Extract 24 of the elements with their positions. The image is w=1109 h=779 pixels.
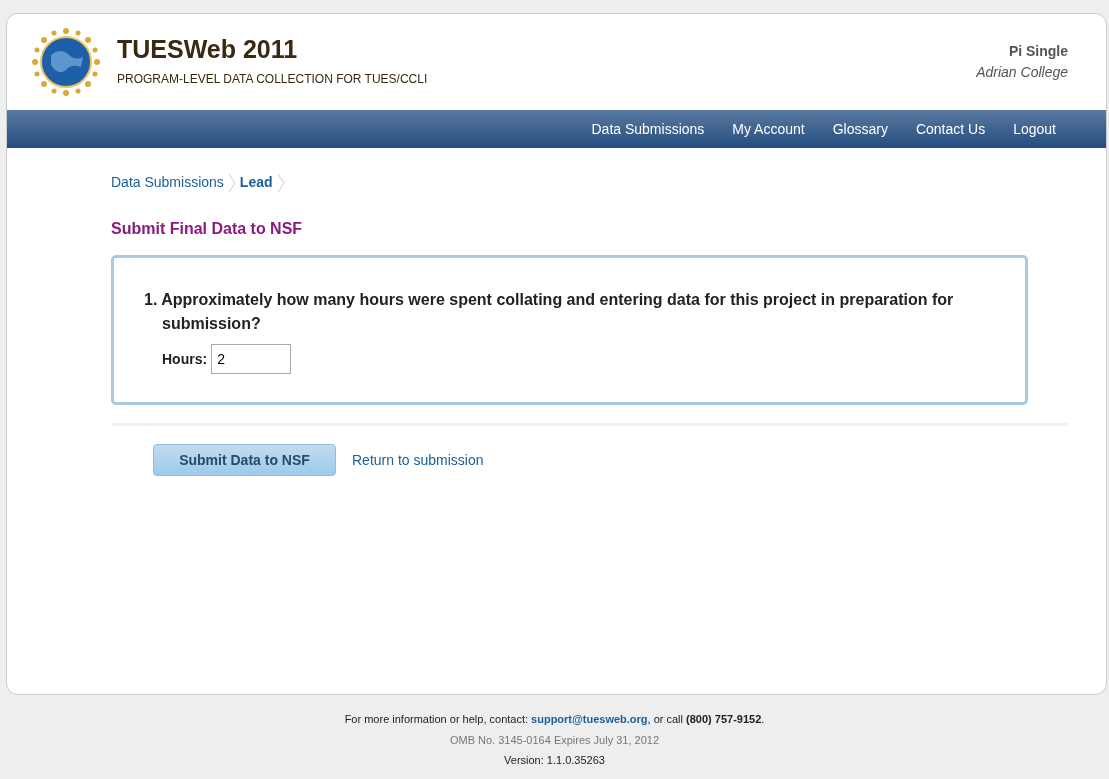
page-title: Submit Final Data to NSF [111,219,304,239]
return-link[interactable]: Return to submission [352,449,484,471]
nav-link[interactable]: My Account [718,118,819,140]
email-link[interactable]: support@tuesweb.org [531,713,648,725]
breadcrumb-link[interactable]: Lead [239,172,273,193]
hours-field[interactable]: 2 [211,344,292,374]
question-text: 1. Approximately how many hours were spent collating and entering data for this project in preparation for submission? [144,290,955,334]
breadcrumb-link[interactable]: Data Submissions [111,172,224,193]
submit-button[interactable]: Submit Data to NSF [153,444,336,476]
field-label: Hours: [162,349,208,369]
omb-notice: OMB No. 3145-0164 Expires July 31, 2012 [448,732,661,748]
site-subtitle: PROGRAM-LEVEL DATA COLLECTION FOR TUES/CCLI [117,70,428,88]
nav-link[interactable]: Glossary [818,118,902,140]
institution-name: Adrian College [976,63,1068,82]
globe-logo-icon [31,27,101,97]
version-text: Version: 1.1.0.35263 [503,753,606,768]
contact-sentence: For more information or help, contact: support@tuesweb.org, or call (800) 757-9152. [343,712,766,727]
nav-link[interactable]: Logout [999,118,1070,140]
chevron-icon [276,172,285,193]
nav-link[interactable]: Data Submissions [577,118,719,140]
chevron-icon [227,172,236,193]
user-name: Pi Single [1007,42,1068,61]
nav-link[interactable]: Contact Us [901,118,1000,140]
site-title: TUESWeb 2011 [117,36,299,62]
